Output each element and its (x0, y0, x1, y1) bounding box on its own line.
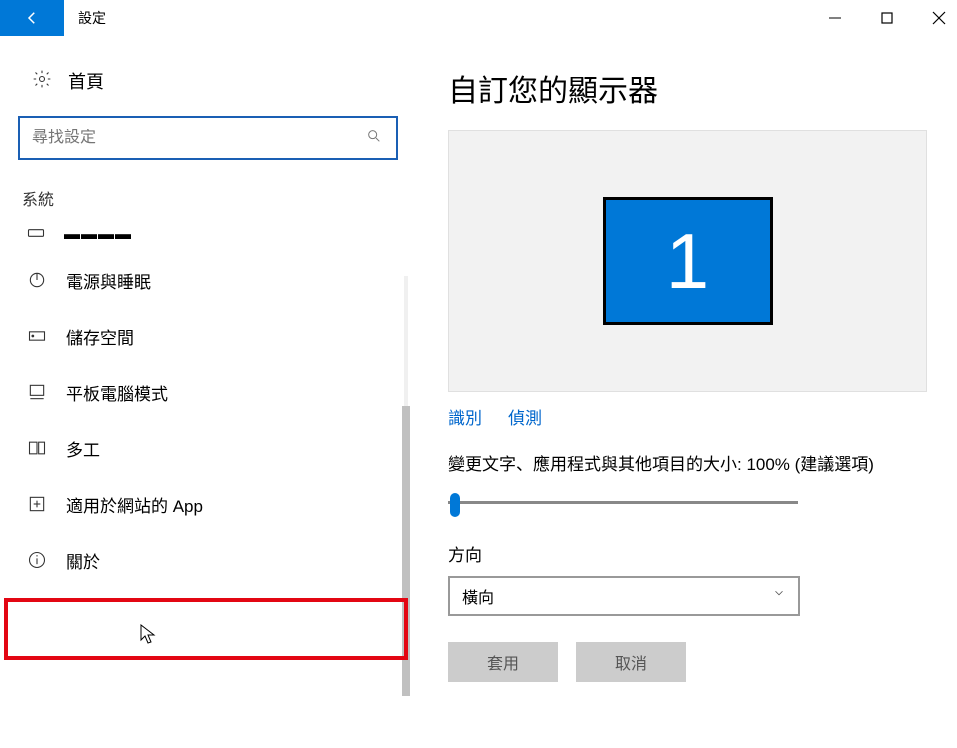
sidebar: 首頁 系統 ▬▬▬▬ 電源與睡眠 儲存空間 (0, 36, 420, 748)
tablet-icon (26, 382, 48, 402)
monitor-1[interactable]: 1 (603, 197, 773, 325)
window-title: 設定 (78, 8, 106, 28)
cursor-icon (140, 624, 158, 651)
nav-label: 儲存空間 (66, 324, 134, 349)
gear-icon (32, 69, 52, 94)
nav-label: 多工 (66, 436, 100, 461)
slider-track (448, 501, 798, 504)
search-input-container[interactable] (18, 116, 398, 160)
close-button[interactable] (927, 6, 951, 30)
orientation-dropdown[interactable]: 橫向 (448, 576, 800, 616)
search-input[interactable] (32, 129, 384, 147)
scrollbar-thumb[interactable] (402, 406, 410, 696)
apply-button[interactable]: 套用 (448, 642, 558, 682)
display-preview[interactable]: 1 (448, 130, 927, 392)
orientation-label: 方向 (448, 541, 927, 566)
info-icon (26, 550, 48, 570)
home-nav[interactable]: 首頁 (18, 54, 420, 108)
nav-label: 適用於網站的 App (66, 492, 203, 517)
nav-item-power[interactable]: 電源與睡眠 (18, 252, 420, 308)
scale-label: 變更文字、應用程式與其他項目的大小: 100% (建議選項) (448, 453, 927, 477)
multitask-icon (26, 438, 48, 458)
nav-item-tablet[interactable]: 平板電腦模式 (18, 364, 420, 420)
nav-item-multitask[interactable]: 多工 (18, 420, 420, 476)
nav-item-storage[interactable]: 儲存空間 (18, 308, 420, 364)
scale-slider[interactable] (448, 491, 798, 515)
title-bar: 設定 (0, 0, 957, 36)
nav-item-partial[interactable]: ▬▬▬▬ (18, 218, 420, 252)
generic-icon (26, 223, 46, 248)
minimize-button[interactable] (823, 6, 847, 30)
nav-item-apps-websites[interactable]: 適用於網站的 App (18, 476, 420, 532)
detect-link[interactable]: 偵測 (508, 404, 542, 429)
arrow-left-icon (23, 9, 41, 27)
nav-label: 關於 (66, 548, 100, 573)
page-title: 自訂您的顯示器 (448, 66, 927, 110)
cancel-button[interactable]: 取消 (576, 642, 686, 682)
apps-icon (26, 494, 48, 514)
section-label: 系統 (22, 186, 420, 210)
home-label: 首頁 (68, 68, 104, 94)
window-controls (823, 0, 951, 36)
search-icon (366, 128, 382, 149)
nav-item-about[interactable]: 關於 (18, 532, 420, 588)
nav-label: 電源與睡眠 (66, 268, 151, 293)
chevron-down-icon (772, 586, 786, 605)
nav-label: 平板電腦模式 (66, 380, 168, 405)
identify-link[interactable]: 識別 (448, 404, 482, 429)
content-panel: 自訂您的顯示器 1 識別 偵測 變更文字、應用程式與其他項目的大小: 100% … (420, 36, 957, 748)
storage-icon (26, 326, 48, 346)
dropdown-value: 橫向 (462, 584, 494, 608)
power-icon (26, 270, 48, 290)
back-button[interactable] (0, 0, 64, 36)
maximize-button[interactable] (875, 6, 899, 30)
slider-thumb[interactable] (450, 493, 460, 517)
